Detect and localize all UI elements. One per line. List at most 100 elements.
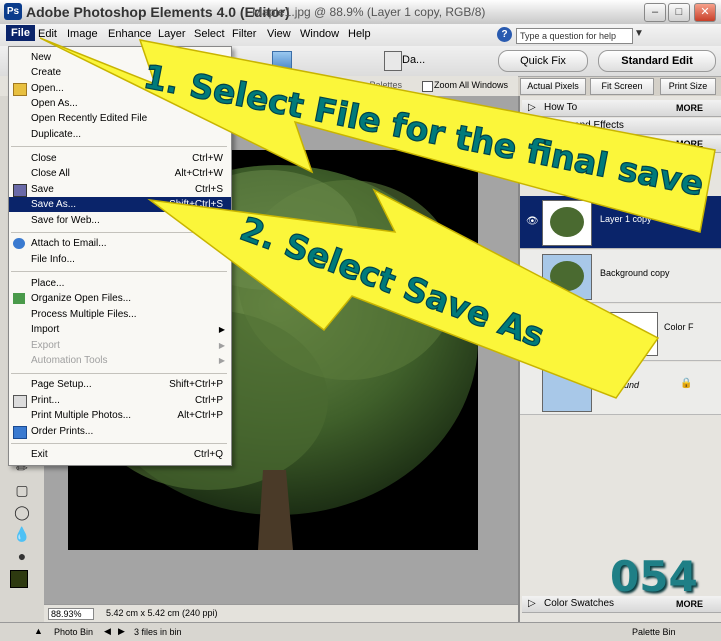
menu-edit[interactable]: Edit: [38, 28, 57, 40]
fit-screen-button[interactable]: Fit Screen: [590, 78, 654, 95]
layer-name: Color F: [664, 322, 694, 332]
fit-screen-label: Fit Screen: [601, 81, 643, 91]
next-icon[interactable]: ▶: [118, 626, 125, 637]
menu-item-place[interactable]: Place...: [9, 276, 231, 291]
menu-item-label: Automation Tools: [31, 355, 108, 366]
menu-item-label: Import: [31, 324, 60, 335]
help-search-input[interactable]: Type a question for help: [516, 28, 633, 44]
layer-name: Layer 1 copy: [600, 214, 652, 224]
menu-item-shortcut: Shift+Ctrl+S: [169, 199, 223, 210]
menu-item-save-for-web[interactable]: Save for Web... Alt+S: [9, 213, 231, 228]
menu-item-import[interactable]: Import ▶: [9, 322, 231, 337]
menu-enhance[interactable]: Enhance: [108, 28, 151, 40]
app-title: Adobe Photoshop Elements 4.0 (Editor): [26, 4, 290, 20]
menu-item-attach-email[interactable]: Attach to Email...: [9, 236, 231, 251]
menu-layer[interactable]: Layer: [158, 28, 186, 40]
layer-thumbnail: [542, 366, 592, 412]
photo-bin-arrow-icon[interactable]: ▲: [34, 626, 43, 636]
layer-row[interactable]: 🔗 Color F: [520, 304, 721, 361]
menu-item-label: Open As...: [31, 98, 78, 109]
bottom-bar: ▲ Photo Bin ◀ ▶ 3 files in bin Palette B…: [0, 622, 721, 641]
minimize-icon[interactable]: –: [644, 3, 666, 22]
how-to-more-button[interactable]: MORE: [676, 100, 703, 116]
prev-icon[interactable]: ◀: [104, 626, 111, 637]
palette-bin-label[interactable]: Palette Bin: [632, 627, 676, 637]
menu-item-exit[interactable]: Exit Ctrl+Q: [9, 447, 231, 462]
resize-palettes-label: ore Palettes: [354, 80, 403, 90]
menu-help[interactable]: Help: [348, 28, 371, 40]
menu-view[interactable]: View: [267, 28, 291, 40]
printer-icon: [13, 395, 27, 408]
menu-item-shortcut: Shift+Ctrl+P: [169, 379, 223, 390]
menu-item-shortcut: Alt+Ctrl+P: [177, 410, 223, 421]
layers-more-button[interactable]: MORE: [676, 136, 703, 152]
menu-item-create[interactable]: Create ▶: [9, 65, 231, 80]
layer-row[interactable]: 👁 Layer 1 copy: [520, 196, 721, 249]
menu-image[interactable]: Image: [67, 28, 98, 40]
zoom-all-windows-checkbox[interactable]: [422, 81, 433, 92]
print-size-button[interactable]: Print Size: [660, 78, 716, 95]
menu-item-shortcut: Ctrl+S: [194, 184, 223, 195]
menu-item-save[interactable]: Save Ctrl+S: [9, 182, 231, 197]
menu-separator: [11, 232, 227, 233]
zoom-field[interactable]: 88.93%: [48, 608, 94, 620]
layers-header[interactable]: MORE: [522, 136, 721, 153]
photo-bin-label[interactable]: Photo Bin: [54, 627, 93, 637]
styles-effects-header[interactable]: Styles and Effects: [522, 118, 721, 135]
foreground-color-swatch[interactable]: [10, 570, 28, 588]
menu-item-label: File Info...: [31, 254, 75, 265]
lasso-tool-icon[interactable]: ◯: [12, 502, 32, 522]
menu-item-open-recent[interactable]: Open Recently Edited File ▶: [9, 111, 231, 126]
menu-item-print-multiple[interactable]: Print Multiple Photos... Alt+Ctrl+P: [9, 408, 231, 423]
layer-row[interactable]: Background copy: [520, 250, 721, 303]
menu-filter[interactable]: Filter: [232, 28, 256, 40]
lock-icon: 🔒: [680, 378, 693, 389]
blur-tool-icon[interactable]: 💧: [12, 524, 32, 544]
quick-fix-button[interactable]: Quick Fix: [498, 50, 588, 72]
menu-item-save-as[interactable]: Save As... Shift+Ctrl+S: [9, 197, 231, 212]
menu-item-open[interactable]: Open...: [9, 81, 231, 96]
sponge-tool-icon[interactable]: ●: [12, 546, 32, 566]
menu-item-shortcut: Ctrl+W: [192, 153, 223, 164]
close-icon[interactable]: ✕: [694, 3, 716, 22]
menu-item-organize[interactable]: Organize Open Files...: [9, 291, 231, 306]
layer-row[interactable]: und 🔒: [520, 362, 721, 415]
menu-file[interactable]: File: [6, 25, 35, 41]
date-view-icon[interactable]: [384, 51, 402, 71]
document-size: 5.42 cm x 5.42 cm (240 ppi): [106, 608, 218, 618]
palette-bin: ▷ How To MORE Styles and Effects MORE 👁 …: [518, 96, 721, 622]
menu-item-label: Save for Web...: [31, 215, 100, 226]
menu-item-label: Open...: [31, 83, 64, 94]
menu-item-print[interactable]: Print... Ctrl+P: [9, 393, 231, 408]
eraser-tool-icon[interactable]: ▢: [12, 480, 32, 500]
how-to-label: How To: [544, 102, 578, 113]
standard-edit-button[interactable]: Standard Edit: [598, 50, 716, 72]
help-dropdown-icon[interactable]: ▼: [634, 28, 644, 39]
menu-item-open-as[interactable]: Open As... Alt+Ct: [9, 96, 231, 111]
menu-item-label: New: [31, 52, 52, 63]
layer-thumbnail: [542, 200, 592, 246]
menu-item-process-multiple[interactable]: Process Multiple Files...: [9, 307, 231, 322]
how-to-header[interactable]: ▷ How To MORE: [522, 100, 721, 117]
menu-item-new[interactable]: New ▶: [9, 50, 231, 65]
menu-window[interactable]: Window: [300, 28, 339, 40]
menu-item-duplicate[interactable]: Duplicate...: [9, 127, 231, 142]
eye-icon[interactable]: 👁: [526, 216, 539, 227]
files-in-bin: 3 files in bin: [134, 627, 182, 637]
menu-item-file-info[interactable]: File Info...: [9, 252, 231, 267]
title-bar: Ps Adobe Photoshop Elements 4.0 (Editor)…: [0, 0, 721, 25]
new-document-icon[interactable]: [272, 51, 292, 71]
document-title: Maple1.jpg @ 88.9% (Layer 1 copy, RGB/8): [252, 5, 486, 19]
maximize-icon[interactable]: □: [668, 3, 690, 22]
menu-item-order-prints[interactable]: Order Prints...: [9, 424, 231, 439]
menu-item-page-setup[interactable]: Page Setup... Shift+Ctrl+P: [9, 377, 231, 392]
menu-select[interactable]: Select: [194, 28, 225, 40]
toolbar-partial-label[interactable]: Da...: [402, 54, 425, 66]
menu-item-close-all[interactable]: Close All Alt+Ctrl+W: [9, 166, 231, 181]
actual-pixels-button[interactable]: Actual Pixels: [520, 78, 586, 95]
layer-thumbnail: [542, 308, 592, 354]
menu-item-close[interactable]: Close Ctrl+W: [9, 151, 231, 166]
layer-mask-thumbnail: [610, 312, 658, 356]
standard-edit-label: Standard Edit: [621, 55, 693, 67]
help-icon[interactable]: ?: [497, 27, 512, 42]
